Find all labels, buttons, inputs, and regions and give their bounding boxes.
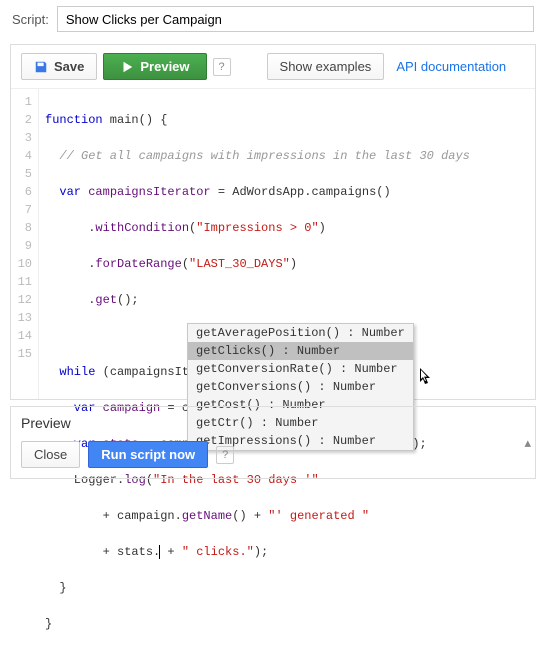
line-number: 8 [15, 219, 32, 237]
line-number: 5 [15, 165, 32, 183]
close-label: Close [34, 447, 67, 462]
show-examples-button[interactable]: Show examples [267, 53, 385, 80]
line-gutter: 1 2 3 4 5 6 7 8 9 10 11 12 13 14 15 [11, 89, 39, 399]
save-button[interactable]: Save [21, 53, 97, 80]
line-number: 10 [15, 255, 32, 273]
line-number: 15 [15, 345, 32, 363]
line-number: 2 [15, 111, 32, 129]
save-label: Save [54, 59, 84, 74]
line-number: 3 [15, 129, 32, 147]
autocomplete-item[interactable]: getConversions() : Number [188, 378, 413, 396]
line-number: 7 [15, 201, 32, 219]
play-icon [120, 60, 134, 74]
autocomplete-item[interactable]: getConversionRate() : Number [188, 360, 413, 378]
run-label: Run script now [101, 447, 195, 462]
chevron-up-icon[interactable]: ▴ [524, 435, 531, 451]
preview-help-icon[interactable]: ? [213, 58, 231, 76]
line-number: 4 [15, 147, 32, 165]
line-number: 6 [15, 183, 32, 201]
preview-label: Preview [140, 59, 189, 74]
editor-toolbar: Save Preview ? Show examples API documen… [11, 45, 535, 89]
script-name-row: Script: [0, 0, 546, 38]
preview-button[interactable]: Preview [103, 53, 206, 80]
line-number: 9 [15, 237, 32, 255]
autocomplete-item[interactable]: getAveragePosition() : Number [188, 324, 413, 342]
autocomplete-item-selected[interactable]: getClicks() : Number [188, 342, 413, 360]
api-docs-link[interactable]: API documentation [396, 59, 506, 74]
line-number: 13 [15, 309, 32, 327]
code-editor[interactable]: 1 2 3 4 5 6 7 8 9 10 11 12 13 14 15 func… [11, 89, 535, 399]
preview-actions: Close Run script now ? [11, 437, 535, 478]
save-icon [34, 60, 48, 74]
preview-panel: Preview ▴ Close Run script now ? [10, 406, 536, 479]
preview-title: Preview [11, 407, 535, 437]
script-name-input[interactable] [57, 6, 534, 32]
line-number: 14 [15, 327, 32, 345]
line-number: 1 [15, 93, 32, 111]
line-number: 12 [15, 291, 32, 309]
autocomplete-item-label: getClicks() : Number [196, 344, 340, 358]
line-number: 11 [15, 273, 32, 291]
run-help-icon[interactable]: ? [216, 446, 234, 464]
script-label: Script: [12, 12, 49, 27]
close-button[interactable]: Close [21, 441, 80, 468]
show-examples-label: Show examples [280, 59, 372, 74]
editor-panel: Save Preview ? Show examples API documen… [10, 44, 536, 400]
run-script-button[interactable]: Run script now [88, 441, 208, 468]
